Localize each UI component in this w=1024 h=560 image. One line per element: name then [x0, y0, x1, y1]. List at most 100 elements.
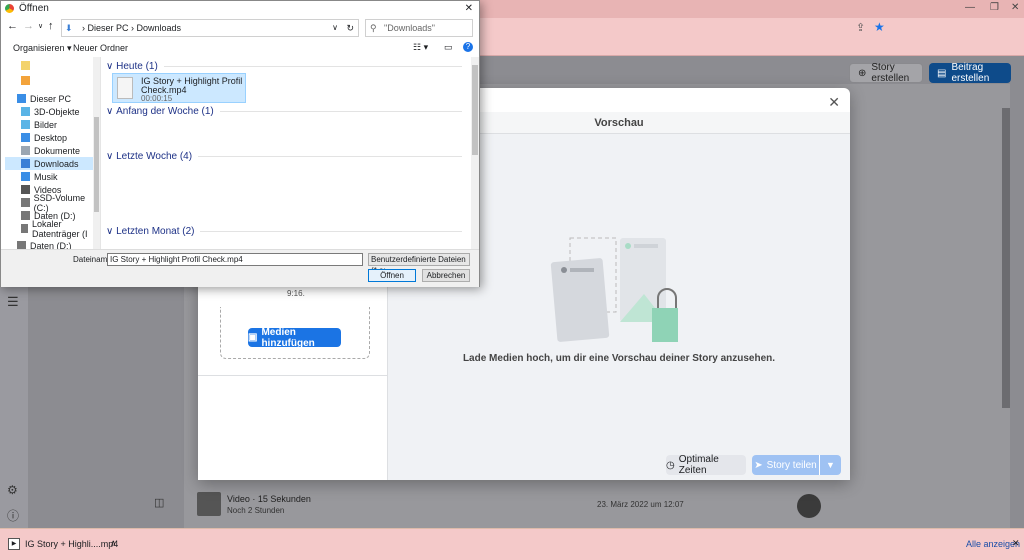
search-input[interactable]: ⚲ "Downloads" durchsuchen: [365, 19, 473, 49]
file-item-selected[interactable]: IG Story + Highlight Profil Check.mp4 00…: [112, 73, 246, 103]
breadcrumb-downloads[interactable]: Downloads: [137, 23, 182, 33]
close-icon[interactable]: ✕: [828, 94, 840, 111]
folder-icon: [21, 185, 30, 194]
tree-item[interactable]: SSD-Volume (C:): [21, 193, 100, 213]
tree-item[interactable]: 3D-Objekte: [21, 105, 80, 118]
row-subtitle: Noch 2 Stunden: [227, 506, 285, 515]
table-row[interactable]: Video · 15 Sekunden Noch 2 Stunden 23. M…: [197, 492, 837, 522]
close-window-icon[interactable]: ✕: [1011, 2, 1019, 13]
folder-icon: [21, 146, 30, 155]
group-today[interactable]: ∨ Heute (1): [106, 61, 462, 72]
close-icon[interactable]: ✕: [465, 1, 473, 17]
star-icon[interactable]: ★: [874, 20, 885, 34]
image-icon: ▣: [248, 332, 258, 343]
tree-item-label: Musik: [34, 171, 58, 182]
recent-dropdown-icon[interactable]: ∨: [38, 22, 43, 30]
empty-preview-text: Lade Medien hoch, um dir eine Vorschau d…: [462, 353, 776, 364]
menu-icon[interactable]: ☰: [7, 294, 19, 310]
organize-button[interactable]: Organisieren ▾: [13, 43, 72, 54]
tree-item[interactable]: Dieser PC: [17, 92, 71, 105]
group-last-month[interactable]: ∨ Letzten Monat (2): [106, 226, 462, 237]
folder-icon: [21, 198, 30, 207]
filename-field[interactable]: IG Story + Highlight Profil Check.mp4: [107, 253, 363, 266]
share-story-label: Story teilen: [766, 459, 817, 471]
folder-icon: [21, 76, 30, 85]
new-folder-button[interactable]: Neuer Ordner: [73, 43, 128, 53]
download-item[interactable]: IG Story + Highli....mp4: [25, 539, 118, 549]
chevron-down-icon: ∨: [106, 106, 117, 117]
tree-item[interactable]: Desktop: [21, 131, 67, 144]
settings-icon[interactable]: ⚙: [7, 483, 18, 497]
tree-item[interactable]: Daten (D:): [17, 239, 72, 249]
panel-toggle-icon[interactable]: ◫: [154, 496, 164, 509]
tree-item-label: Downloads: [34, 158, 79, 169]
maximize-icon[interactable]: ❐: [990, 2, 999, 13]
tree-scrollbar[interactable]: [93, 57, 100, 249]
story-icon: ⊕: [858, 67, 867, 79]
downloads-icon: ⬇: [65, 23, 73, 33]
dialog-navbar: ← → ∨ ↑ ⬇ › Dieser PC › Downloads ∨ ↻ ⚲ …: [1, 17, 479, 49]
path-breadcrumb[interactable]: ⬇ › Dieser PC › Downloads ∨ ↻: [61, 19, 359, 37]
scrollbar-thumb[interactable]: [94, 117, 99, 212]
path-dropdown-icon[interactable]: ∨: [332, 20, 338, 36]
chrome-icon: [5, 4, 14, 13]
add-media-label: Medien hinzufügen: [261, 326, 315, 349]
optimal-times-button[interactable]: ◷ Optimale Zeiten: [666, 454, 746, 476]
group-week[interactable]: ∨ Anfang der Woche (1): [106, 106, 462, 117]
navigation-tree: Dieser PC 3D-Objekte Bilder Desktop Dokument…: [1, 57, 101, 249]
create-post-label: Beitrag erstellen: [951, 62, 990, 84]
breadcrumb-pc[interactable]: Dieser PC: [88, 23, 129, 33]
tree-item-label: Lokaler Datenträger (I: [31, 218, 88, 239]
create-post-button[interactable]: ▤ Beitrag erstellen: [929, 62, 1011, 84]
search-icon: ⚲: [370, 23, 377, 33]
folder-icon: [21, 133, 30, 142]
create-story-button[interactable]: ⊕ Story erstellen: [849, 62, 923, 84]
page-scrollbar[interactable]: [1002, 108, 1010, 408]
file-list-scrollbar[interactable]: [471, 57, 479, 249]
close-icon[interactable]: ✕: [1012, 538, 1020, 549]
group-last-week[interactable]: ∨ Letzte Woche (4): [106, 151, 462, 162]
empty-preview-illustration: [550, 237, 678, 342]
ratio-text: 9:16.: [287, 289, 305, 298]
minimize-icon[interactable]: —: [965, 2, 975, 13]
share-icon[interactable]: ⇪: [856, 21, 865, 34]
tree-item[interactable]: [21, 74, 34, 87]
tree-item-label: Bilder: [34, 119, 58, 130]
file-open-dialog: Öffnen ✕ ← → ∨ ↑ ⬇ › Dieser PC › Downloa…: [0, 0, 480, 287]
group-today-label: Heute (1): [116, 61, 158, 72]
up-icon[interactable]: ↑: [48, 20, 54, 32]
tree-item[interactable]: Downloads: [5, 157, 95, 170]
tree-item[interactable]: Musik: [21, 170, 58, 183]
row-date: 23. März 2022 um 12:07: [597, 500, 684, 509]
scrollbar-thumb[interactable]: [472, 65, 478, 155]
tree-item-label: Dieser PC: [30, 93, 72, 104]
tree-item-label: Dokumente: [34, 145, 81, 156]
folder-icon: [17, 241, 26, 249]
chevron-up-icon[interactable]: ∧: [110, 538, 117, 549]
view-options-icon[interactable]: ☷ ▾: [413, 42, 428, 53]
preview-pane-icon[interactable]: ▭: [444, 42, 453, 53]
tree-item[interactable]: Lokaler Datenträger (I: [21, 219, 100, 239]
back-icon[interactable]: ←: [7, 20, 18, 32]
tree-item[interactable]: Bilder: [21, 118, 57, 131]
filetype-select[interactable]: Benutzerdefinierte Dateien (*.o;: [368, 253, 470, 275]
forward-icon[interactable]: →: [23, 20, 34, 32]
folder-icon: [21, 224, 28, 233]
share-story-button[interactable]: ➤ Story teilen: [752, 455, 819, 475]
help-icon[interactable]: ⓘ: [7, 507, 19, 524]
tree-item[interactable]: [21, 59, 34, 72]
folder-icon: [17, 94, 26, 103]
share-dropdown-button[interactable]: ▼: [819, 455, 841, 475]
chevron-down-icon: ∨: [106, 151, 117, 162]
cancel-button[interactable]: Abbrechen: [422, 269, 470, 282]
dialog-title: Öffnen: [19, 3, 49, 14]
add-media-button[interactable]: ▣ Medien hinzufügen: [248, 326, 341, 349]
folder-icon: [21, 211, 30, 220]
tree-item[interactable]: Dokumente: [21, 144, 80, 157]
video-thumbnail: [197, 492, 221, 516]
open-button[interactable]: Öffnen: [368, 269, 416, 282]
refresh-icon[interactable]: ↻: [346, 20, 354, 36]
optimal-times-label: Optimale Zeiten: [678, 454, 719, 476]
chevron-down-icon: ▼: [826, 460, 835, 470]
help-icon[interactable]: ?: [463, 42, 473, 52]
